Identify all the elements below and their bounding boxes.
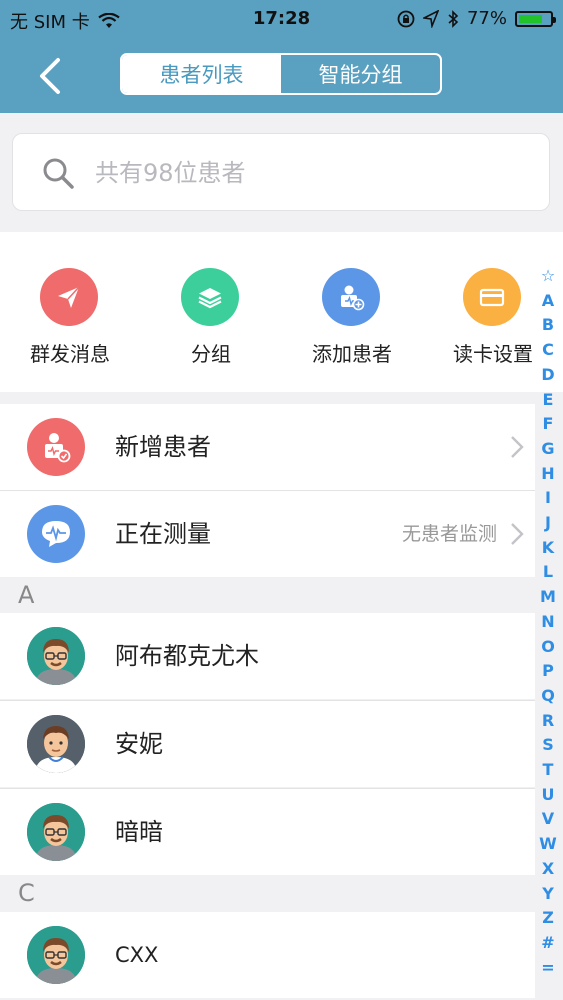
row-label: 正在测量 [115, 520, 211, 548]
patient-name: 暗暗 [115, 818, 163, 846]
index-letter[interactable]: Q [541, 684, 555, 709]
index-letter[interactable]: I [545, 486, 551, 511]
row-hint: 无患者监测 [401, 523, 497, 545]
index-letter[interactable]: B [542, 313, 554, 338]
index-letter[interactable]: N [541, 610, 554, 635]
index-letter[interactable]: V [542, 807, 554, 832]
index-letter[interactable]: A [542, 289, 554, 314]
patient-row[interactable]: 阿布都克尤木 [0, 613, 535, 699]
patient-name: 阿布都克尤木 [115, 642, 259, 670]
layers-icon [198, 288, 222, 309]
index-letter[interactable]: U [542, 783, 555, 808]
action-label: 分组 [191, 342, 231, 366]
measuring-icon [27, 505, 85, 563]
index-letter[interactable]: P [542, 659, 554, 684]
index-letter[interactable]: X [542, 857, 554, 882]
patient-name: 安妮 [115, 730, 163, 758]
index-letter[interactable]: L [543, 560, 553, 585]
index-letter[interactable]: W [539, 832, 557, 857]
patient-row[interactable]: 暗暗 [0, 789, 535, 875]
action-icon-circle [181, 268, 239, 326]
index-letter[interactable]: E [543, 388, 554, 413]
action-panel: 群发消息 分组 添加患者 读卡设置 [0, 232, 563, 392]
index-letter[interactable]: K [542, 536, 554, 561]
tab-smart-group[interactable]: 智能分组 [281, 55, 440, 93]
index-letter[interactable]: G [541, 437, 554, 462]
index-letter[interactable]: D [541, 363, 554, 388]
row-label: 新增患者 [115, 433, 211, 461]
status-bar: 无 SIM 卡 17:28 77% [0, 0, 563, 38]
search-icon [43, 158, 74, 189]
index-letter[interactable]: M [540, 585, 556, 610]
index-letter[interactable]: ☆ [541, 264, 555, 289]
action-icon-circle [322, 268, 380, 326]
tab-patient-list[interactable]: 患者列表 [122, 55, 281, 93]
patient-name: CXX [115, 943, 159, 967]
avatar [27, 715, 85, 773]
index-letter[interactable]: F [543, 412, 554, 437]
index-letter[interactable]: S [542, 733, 554, 758]
bluetooth-icon [448, 9, 459, 28]
new-patients-row[interactable]: 新增患者 [0, 404, 535, 490]
back-button[interactable] [34, 52, 68, 100]
index-letter[interactable]: Y [542, 882, 554, 907]
patient-row[interactable]: CXX [0, 912, 535, 998]
card-icon [479, 288, 505, 307]
section-header-a: A [0, 578, 535, 612]
section-header-c: C [0, 876, 535, 910]
index-letter[interactable]: T [543, 758, 554, 783]
action-add-patient[interactable]: 添加患者 [282, 232, 422, 392]
action-label: 群发消息 [30, 342, 110, 366]
avatar [27, 926, 85, 984]
action-broadcast-message[interactable]: 群发消息 [0, 232, 140, 392]
avatar [27, 803, 85, 861]
action-group[interactable]: 分组 [141, 232, 281, 392]
send-icon [58, 286, 80, 308]
segmented-control: 患者列表 智能分组 [120, 53, 442, 95]
index-letter[interactable]: = [541, 956, 554, 981]
battery-percent: 77% [466, 8, 507, 29]
new-patient-icon [27, 418, 85, 476]
battery-icon [515, 10, 556, 27]
index-letter[interactable]: C [542, 338, 554, 363]
measuring-row[interactable]: 正在测量 无患者监测 [0, 491, 535, 577]
rotation-lock-icon [397, 10, 415, 27]
search-input[interactable] [93, 152, 517, 194]
index-letter[interactable]: J [545, 511, 551, 536]
alphabet-index[interactable]: ☆ A B C D E F G H I J K L M N O P Q R S T U V W X Y Z # = [535, 264, 561, 980]
action-label: 添加患者 [312, 342, 392, 366]
patient-row[interactable]: 安妮 [0, 701, 535, 787]
search-box[interactable] [12, 133, 550, 211]
add-patient-icon [341, 285, 365, 311]
chevron-right-icon [511, 523, 524, 545]
location-icon [422, 9, 439, 28]
index-letter[interactable]: # [541, 931, 554, 956]
index-letter[interactable]: H [541, 462, 554, 487]
index-letter[interactable]: R [542, 709, 554, 734]
chevron-right-icon [511, 436, 524, 458]
avatar [27, 627, 85, 685]
index-letter[interactable]: O [541, 635, 555, 660]
navigation-header: 无 SIM 卡 17:28 77% 患者列表 智能分组 [0, 0, 563, 113]
index-letter[interactable]: Z [542, 906, 554, 931]
action-icon-circle [40, 268, 98, 326]
action-icon-circle [463, 268, 521, 326]
